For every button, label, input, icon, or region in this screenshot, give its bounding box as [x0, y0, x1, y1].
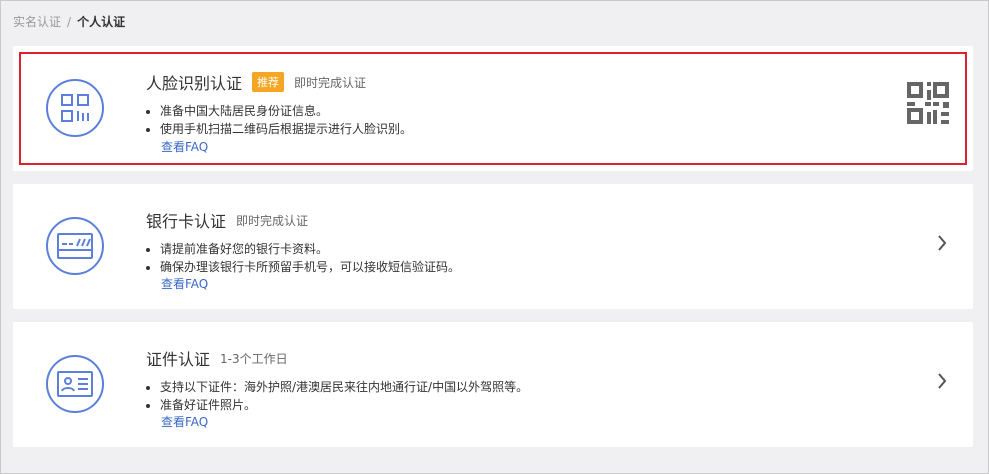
faq-link[interactable]: 查看FAQ [161, 138, 208, 155]
card-bullets: 准备中国大陆居民身份证信息。 使用手机扫描二维码后根据提示进行人脸识别。 [146, 102, 412, 138]
chevron-right-icon[interactable] [937, 370, 947, 395]
bullet-item: 请提前准备好您的银行卡资料。 [160, 240, 460, 258]
card-bullets: 支持以下证件：海外护照/港澳居民来往内地通行证/中国以外驾照等。 准备好证件照片… [146, 378, 528, 414]
card-subtitle: 即时完成认证 [236, 213, 309, 228]
bullet-item: 支持以下证件：海外护照/港澳居民来往内地通行证/中国以外驾照等。 [160, 378, 528, 396]
bullet-item: 确保办理该银行卡所预留手机号，可以接收短信验证码。 [160, 258, 460, 276]
card-subtitle: 1-3个工作日 [220, 351, 288, 366]
qr-code-icon[interactable] [907, 82, 949, 128]
bank-card-icon [46, 217, 104, 275]
face-recognition-icon [46, 79, 104, 137]
faq-link[interactable]: 查看FAQ [161, 413, 208, 430]
faq-link[interactable]: 查看FAQ [161, 275, 208, 292]
bullet-item: 准备中国大陆居民身份证信息。 [160, 102, 412, 120]
bullet-item: 准备好证件照片。 [160, 396, 528, 414]
breadcrumb-current: 个人认证 [77, 15, 126, 29]
card-bullets: 请提前准备好您的银行卡资料。 确保办理该银行卡所预留手机号，可以接收短信验证码。 [146, 240, 460, 276]
id-document-card[interactable]: 证件认证 1-3个工作日 支持以下证件：海外护照/港澳居民来往内地通行证/中国以… [13, 322, 973, 447]
breadcrumb-parent[interactable]: 实名认证 [13, 13, 61, 30]
card-title: 银行卡认证 [146, 212, 227, 231]
recommend-badge: 推荐 [252, 72, 285, 92]
id-card-icon [46, 355, 104, 413]
bullet-item: 使用手机扫描二维码后根据提示进行人脸识别。 [160, 120, 412, 138]
card-subtitle: 即时完成认证 [294, 75, 367, 90]
card-title: 证件认证 [146, 350, 211, 369]
face-recognition-card[interactable]: 人脸识别认证 推荐 即时完成认证 准备中国大陆居民身份证信息。 使用手机扫描二维… [13, 46, 973, 171]
bank-card-card[interactable]: 银行卡认证 即时完成认证 请提前准备好您的银行卡资料。 确保办理该银行卡所预留手… [13, 184, 973, 309]
card-title: 人脸识别认证 [146, 74, 243, 93]
chevron-right-icon[interactable] [937, 232, 947, 257]
breadcrumb-separator: / [67, 14, 72, 29]
breadcrumb: 实名认证 / 个人认证 [13, 13, 125, 30]
